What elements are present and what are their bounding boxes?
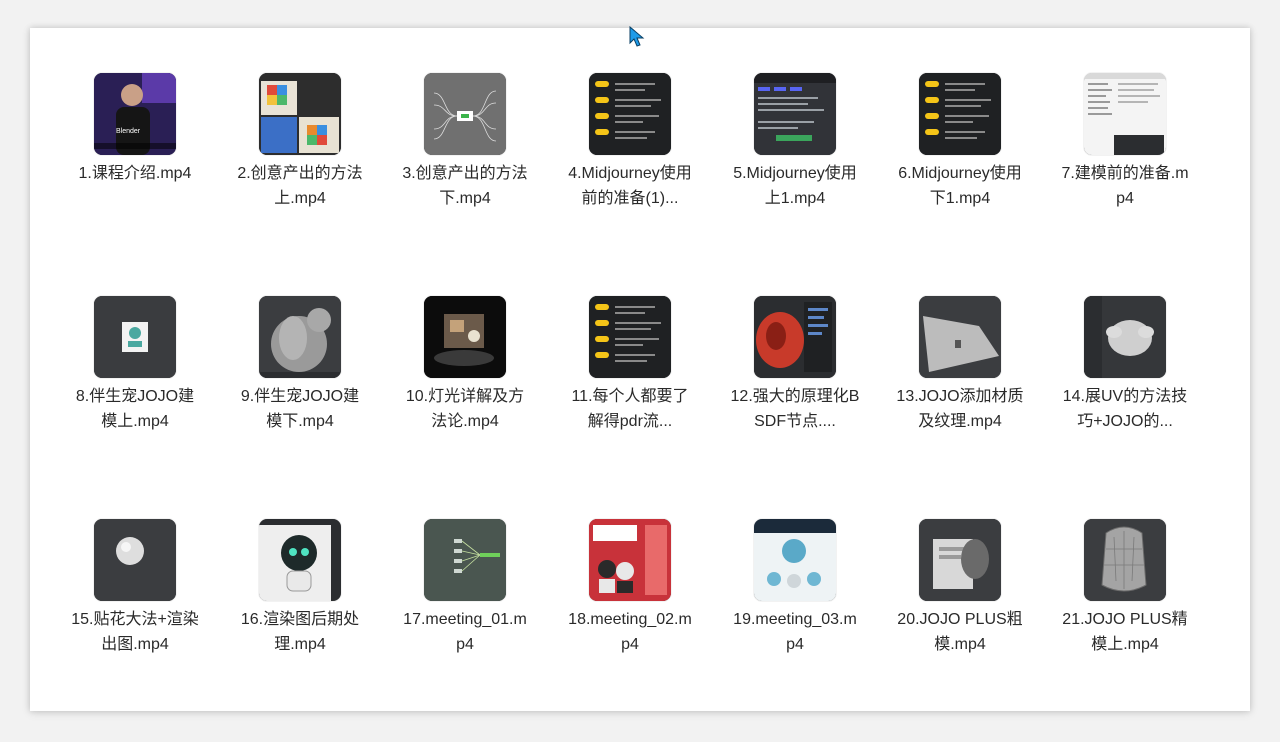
- sphere-model-thumbnail: [94, 519, 176, 601]
- file-item[interactable]: 20.JOJO PLUS粗模.mp4: [895, 519, 1025, 742]
- file-name-label: 15.贴花大法+渲染出图.mp4: [71, 611, 199, 653]
- 3d-head-model-thumbnail: [1084, 296, 1166, 378]
- file-name-label: 18.meeting_02.mp4: [568, 611, 692, 653]
- file-name-label: 5.Midjourney使用上1.mp4: [733, 165, 857, 207]
- file-name-label: 12.强大的原理化BSDF节点....: [730, 388, 860, 430]
- file-item[interactable]: 2.创意产出的方法上.mp4: [235, 73, 365, 296]
- file-item[interactable]: 8.伴生宠JOJO建模上.mp4: [70, 296, 200, 519]
- file-name-label: 19.meeting_03.mp4: [733, 611, 857, 653]
- file-explorer-window: Blender 1.课程介绍.mp4 2.创意产出的方法上.mp4 3.创意产出…: [30, 28, 1250, 711]
- file-item[interactable]: 11.每个人都要了解得pdr流...: [565, 296, 695, 519]
- file-name-label: 13.JOJO添加材质及纹理.mp4: [896, 388, 1024, 430]
- rubiks-cube-art-thumbnail: [259, 73, 341, 155]
- discord-ui-thumbnail: [754, 73, 836, 155]
- file-item[interactable]: 6.Midjourney使用下1.mp4: [895, 73, 1025, 296]
- file-item[interactable]: 13.JOJO添加材质及纹理.mp4: [895, 296, 1025, 519]
- file-name-label: 11.每个人都要了解得pdr流...: [571, 388, 689, 430]
- dark-outline-thumbnail: [919, 73, 1001, 155]
- file-name-label: 7.建模前的准备.mp4: [1061, 165, 1189, 207]
- dark-outline-thumbnail: [589, 73, 671, 155]
- settings-window-thumbnail: [1084, 73, 1166, 155]
- file-name-label: 4.Midjourney使用前的准备(1)...: [568, 165, 692, 207]
- file-item[interactable]: 21.JOJO PLUS精模上.mp4: [1060, 519, 1190, 742]
- file-item[interactable]: 12.强大的原理化BSDF节点....: [730, 296, 860, 519]
- sticker-on-dark-thumbnail: [94, 296, 176, 378]
- file-item[interactable]: 18.meeting_02.mp4: [565, 519, 695, 742]
- file-name-label: 6.Midjourney使用下1.mp4: [898, 165, 1022, 207]
- file-name-label: 10.灯光详解及方法论.mp4: [405, 388, 525, 430]
- green-diagram-thumbnail: [424, 519, 506, 601]
- file-name-label: 3.创意产出的方法下.mp4: [402, 165, 528, 207]
- file-item[interactable]: 16.渲染图后期处理.mp4: [235, 519, 365, 742]
- robot-render-thumbnail: [259, 519, 341, 601]
- file-item[interactable]: 5.Midjourney使用上1.mp4: [730, 73, 860, 296]
- rough-model-thumbnail: [919, 519, 1001, 601]
- file-name-label: 2.创意产出的方法上.mp4: [237, 165, 363, 207]
- mindmap-thumbnail: [424, 73, 506, 155]
- file-name-label: 16.渲染图后期处理.mp4: [240, 611, 360, 653]
- lit-scene-thumbnail: [424, 296, 506, 378]
- file-item[interactable]: 19.meeting_03.mp4: [730, 519, 860, 742]
- file-item[interactable]: 14.展UV的方法技巧+JOJO的...: [1060, 296, 1190, 519]
- file-item[interactable]: 9.伴生宠JOJO建模下.mp4: [235, 296, 365, 519]
- file-item[interactable]: 15.贴花大法+渲染出图.mp4: [70, 519, 200, 742]
- file-item[interactable]: 10.灯光详解及方法论.mp4: [400, 296, 530, 519]
- file-item[interactable]: 4.Midjourney使用前的准备(1)...: [565, 73, 695, 296]
- 3d-viewport-thumbnail: [919, 296, 1001, 378]
- dark-outline-thumbnail: [589, 296, 671, 378]
- red-material-thumbnail: [754, 296, 836, 378]
- file-name-label: 17.meeting_01.mp4: [403, 611, 527, 653]
- file-name-label: 20.JOJO PLUS粗模.mp4: [897, 611, 1023, 653]
- file-name-label: 14.展UV的方法技巧+JOJO的...: [1062, 388, 1188, 430]
- mouse-cursor-icon: [629, 26, 645, 47]
- file-item[interactable]: Blender 1.课程介绍.mp4: [70, 73, 200, 296]
- file-name-label: 21.JOJO PLUS精模上.mp4: [1062, 611, 1188, 653]
- file-name-label: 8.伴生宠JOJO建模上.mp4: [75, 388, 195, 430]
- file-name-label: 9.伴生宠JOJO建模下.mp4: [240, 388, 360, 430]
- talking-head-video-thumbnail: Blender: [94, 73, 176, 155]
- file-name-label: 1.课程介绍.mp4: [78, 165, 192, 182]
- svg-text:Blender: Blender: [116, 128, 141, 135]
- file-item[interactable]: 3.创意产出的方法下.mp4: [400, 73, 530, 296]
- file-grid: Blender 1.课程介绍.mp4 2.创意产出的方法上.mp4 3.创意产出…: [70, 73, 1190, 742]
- 3d-model-grey-thumbnail: [259, 296, 341, 378]
- fine-model-thumbnail: [1084, 519, 1166, 601]
- file-item[interactable]: 7.建模前的准备.mp4: [1060, 73, 1190, 296]
- robot-poster-thumbnail: [754, 519, 836, 601]
- file-item[interactable]: 17.meeting_01.mp4: [400, 519, 530, 742]
- ip-poster-thumbnail: [589, 519, 671, 601]
